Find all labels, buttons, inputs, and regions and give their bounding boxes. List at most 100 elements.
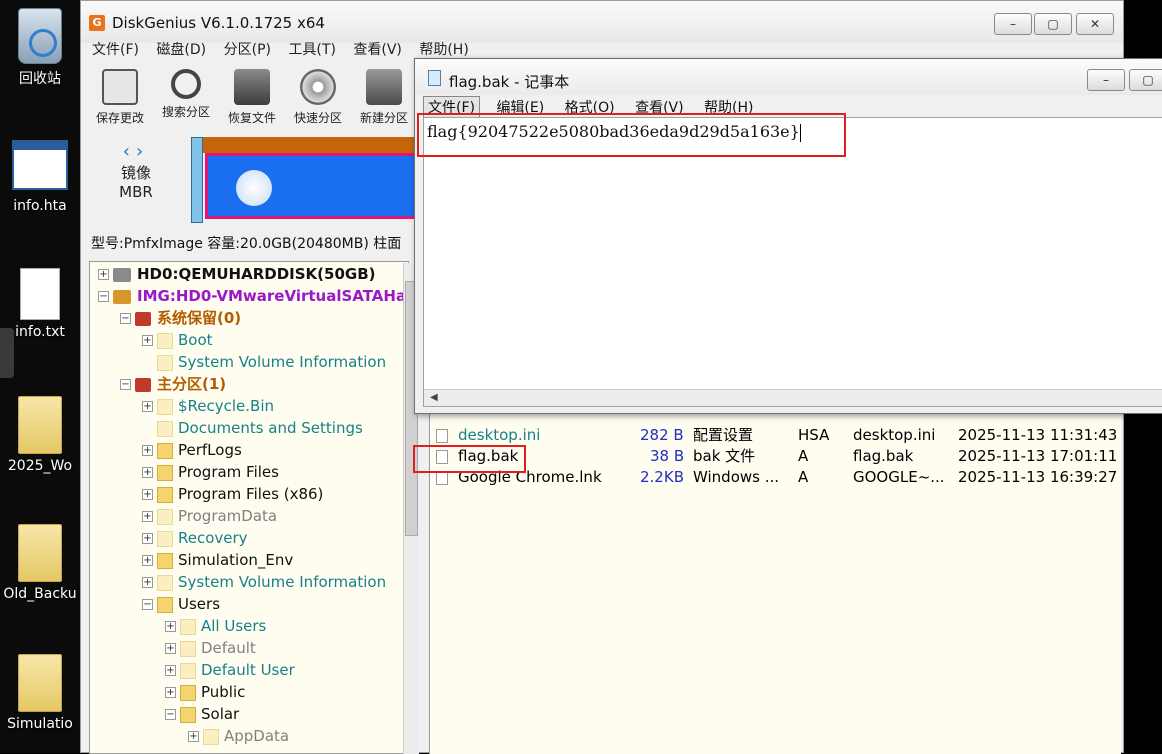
folder-icon — [157, 332, 173, 349]
file-modified: 2025-11-13 11:31:43 — [958, 426, 1118, 444]
scroll-left-icon[interactable]: ◀ — [430, 392, 438, 403]
folder-icon — [157, 398, 173, 415]
file-row[interactable]: Google Chrome.lnk 2.2KB Windows ... A GO… — [430, 467, 1122, 488]
file-short-name: GOOGLE~... — [853, 468, 945, 486]
folder-icon — [203, 728, 219, 745]
tree-node[interactable]: + Public — [165, 681, 245, 703]
menu-view[interactable]: 查看(V) — [353, 39, 402, 59]
notepad-title: flag.bak - 记事本 — [449, 73, 570, 91]
tree-node[interactable]: + Program Files (x86) — [142, 483, 323, 505]
file-short-name: desktop.ini — [853, 426, 936, 444]
mirror-mbr: ‹› 镜像 MBR — [91, 141, 181, 201]
desktop-icon-label: 2025_Wo — [7, 458, 73, 474]
close-button[interactable]: ✕ — [1076, 13, 1114, 35]
notepad-window: flag.bak - 记事本 – ▢ 文件(F) 编辑(E) 格式(O) 查看(… — [414, 58, 1162, 414]
tree-node[interactable]: − 系统保留(0) — [120, 307, 241, 329]
file-type: 配置设置 — [693, 426, 754, 444]
notepad-icon — [428, 70, 441, 86]
directory-tree: + HD0:QEMUHARDDISK(50GB) − IMG:HD0-VMwareV… — [89, 261, 409, 754]
file-type: Windows ... — [693, 468, 780, 486]
recover-icon — [234, 69, 270, 105]
disc-icon — [300, 69, 336, 105]
shortcut-folder-icon — [157, 420, 173, 437]
text-file-icon — [20, 268, 60, 320]
maximize-button[interactable]: ▢ — [1034, 13, 1072, 35]
desktop-icon-label: 回收站 — [19, 71, 61, 87]
tree-node[interactable]: +System Volume Information — [142, 571, 386, 593]
desktop-icon-folder-2025[interactable]: 2025_Wo — [0, 396, 80, 474]
desktop-icon-info-hta[interactable]: info.hta — [0, 140, 80, 214]
disk-model-info: 型号:PmfxImage 容量:20.0GB(20480MB) 柱面 — [91, 236, 402, 252]
file-list: desktop.ini 282 B 配置设置 HSA desktop.ini 2… — [429, 413, 1121, 754]
file-size: 38 B — [650, 447, 685, 465]
tree-node[interactable]: − Solar — [165, 703, 239, 725]
folder-icon — [157, 508, 173, 525]
windows-logo-icon — [236, 170, 272, 206]
file-row[interactable]: desktop.ini 282 B 配置设置 HSA desktop.ini 2… — [430, 425, 1122, 446]
recycle-bin-icon — [18, 8, 62, 64]
text-editor[interactable]: flag{92047522e5080bad36eda9d29d5a163e} ◀ — [423, 117, 1162, 407]
tool-label: 搜索分区 — [161, 105, 210, 119]
file-size: 282 B — [640, 426, 684, 444]
menu-tools[interactable]: 工具(T) — [288, 39, 335, 59]
tree-node[interactable]: + Default User — [165, 659, 295, 681]
tree-node[interactable]: +System Volume Information — [142, 351, 386, 373]
tree-node[interactable]: + Recovery — [142, 527, 248, 549]
desktop-icon-folder-old-backup[interactable]: Old_Backu — [0, 524, 80, 602]
horizontal-scrollbar[interactable]: ◀ — [424, 389, 1162, 406]
hard-disk-icon — [113, 267, 131, 282]
mbr-label: MBR — [119, 183, 153, 201]
tree-node[interactable]: + Program Files — [142, 461, 279, 483]
new-partition-button[interactable]: 新建分区 — [353, 65, 415, 126]
tree-node[interactable]: − IMG:HD0-VMwareVirtualSATAHard — [98, 285, 408, 307]
tree-node[interactable]: + AppData — [188, 725, 289, 747]
minimize-button[interactable]: – — [994, 13, 1032, 35]
tree-node[interactable]: +Documents and Settings — [142, 417, 363, 439]
save-icon — [102, 69, 138, 105]
tree-node[interactable]: + Simulation_Env — [142, 549, 293, 571]
file-short-name: flag.bak — [853, 447, 914, 465]
file-name: desktop.ini — [458, 426, 541, 444]
window-title: DiskGenius V6.1.0.1725 x64 — [112, 14, 325, 32]
hta-window-icon — [12, 140, 68, 190]
menu-partition[interactable]: 分区(P) — [224, 39, 271, 59]
tree-node[interactable]: − 主分区(1) — [120, 373, 226, 395]
save-changes-button[interactable]: 保存更改 — [89, 65, 151, 126]
folder-icon — [157, 530, 173, 547]
desktop-icon-label: Simulatio — [7, 716, 73, 732]
folder-icon — [157, 354, 173, 371]
partition-strip — [191, 137, 203, 223]
tree-node[interactable]: + Boot — [142, 329, 213, 351]
nav-arrows-icon[interactable]: ‹› — [91, 141, 181, 162]
tree-node[interactable]: + PerfLogs — [142, 439, 242, 461]
notepad-maximize-button[interactable]: ▢ — [1129, 69, 1162, 91]
shortcut-folder-icon — [180, 662, 196, 679]
recover-files-button[interactable]: 恢复文件 — [221, 65, 283, 126]
tree-node[interactable]: + $Recycle.Bin — [142, 395, 274, 417]
tree-node[interactable]: + HD0:QEMUHARDDISK(50GB) — [98, 263, 376, 285]
folder-icon — [18, 524, 62, 582]
file-attr: A — [798, 468, 809, 486]
menu-file[interactable]: 文件(F) — [92, 39, 139, 59]
folder-icon — [180, 706, 196, 723]
file-size: 2.2KB — [640, 468, 684, 486]
quick-partition-button[interactable]: 快速分区 — [287, 65, 349, 126]
desktop-icon-folder-simulation[interactable]: Simulatio — [0, 654, 80, 732]
file-attr: HSA — [798, 426, 830, 444]
tree-node[interactable]: + Default — [165, 637, 256, 659]
tree-node[interactable]: + All Users — [165, 615, 266, 637]
side-handle[interactable] — [0, 328, 14, 378]
file-row[interactable]: flag.bak 38 B bak 文件 A flag.bak 2025-11-… — [430, 446, 1122, 467]
menu-disk[interactable]: 磁盘(D) — [156, 39, 206, 59]
desktop-icon-recycle-bin[interactable]: 回收站 — [0, 8, 80, 88]
folder-icon — [180, 640, 196, 657]
menu-help[interactable]: 帮助(H) — [419, 39, 468, 59]
highlight-box — [417, 113, 846, 157]
notepad-minimize-button[interactable]: – — [1087, 69, 1125, 91]
tree-node[interactable]: − Users — [142, 593, 220, 615]
magnifier-icon — [171, 69, 201, 99]
tree-node[interactable]: + ProgramData — [142, 505, 277, 527]
disk-partition-map[interactable] — [191, 137, 451, 223]
search-partition-button[interactable]: 搜索分区 — [155, 65, 217, 120]
folder-icon — [157, 486, 173, 503]
